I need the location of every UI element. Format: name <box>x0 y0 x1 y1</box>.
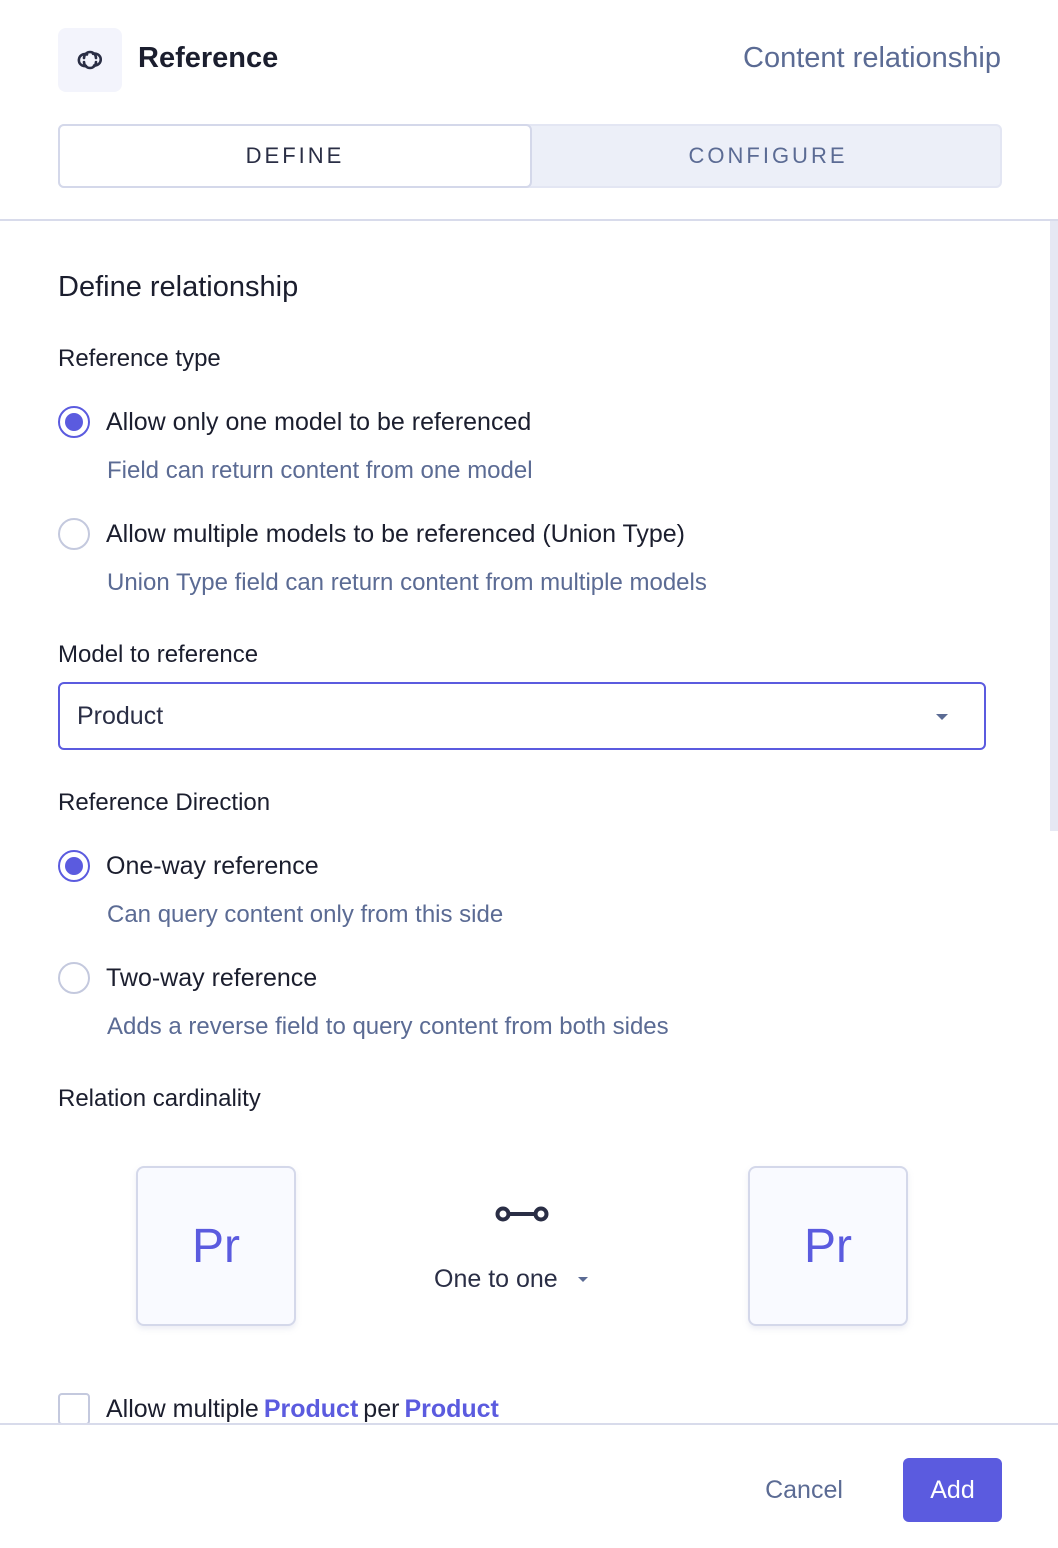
checkbox-label-model-a: Product <box>263 1394 359 1423</box>
radio-label: Allow only one model to be referenced <box>106 407 532 436</box>
cancel-button[interactable]: Cancel <box>742 1458 866 1522</box>
radio-description: Union Type field can return content from… <box>107 569 707 596</box>
checkbox-label-model-b: Product <box>404 1394 499 1423</box>
footer-divider <box>0 1423 1058 1425</box>
radio-button-checked[interactable] <box>58 406 90 438</box>
allow-multiple-checkbox-row[interactable]: Allow multiple Product per Product <box>58 1393 499 1423</box>
radio-multiple-models[interactable]: Allow multiple models to be referenced (… <box>58 518 685 550</box>
link-icon <box>58 28 122 92</box>
radio-one-way[interactable]: One-way reference <box>58 850 319 882</box>
cardinality-value: One to one <box>434 1265 558 1293</box>
one-to-one-icon <box>495 1204 549 1229</box>
radio-label: Allow multiple models to be referenced (… <box>106 519 685 548</box>
radio-single-model[interactable]: Allow only one model to be referenced <box>58 406 531 438</box>
dialog-subtitle: Content relationship <box>743 42 1001 74</box>
allow-multiple-checkbox[interactable] <box>58 1393 90 1423</box>
scrollbar[interactable] <box>1050 221 1058 831</box>
radio-label: Two-way reference <box>106 963 318 992</box>
dialog-header: Reference Content relationship DEFINE CO… <box>0 0 1058 221</box>
add-button[interactable]: Add <box>903 1458 1002 1522</box>
radio-label: One-way reference <box>106 851 319 880</box>
model-to-reference-label: Model to reference <box>58 641 259 668</box>
dialog-body: Define relationship Reference type Allow… <box>0 221 1050 1423</box>
radio-button[interactable] <box>58 518 90 550</box>
reference-direction-label: Reference Direction <box>58 789 271 816</box>
reference-type-label: Reference type <box>58 345 221 372</box>
section-title: Define relationship <box>58 271 299 303</box>
model-select[interactable]: Product <box>58 682 986 750</box>
relation-cardinality-label: Relation cardinality <box>58 1085 261 1112</box>
source-model-box: Pr <box>136 1166 296 1326</box>
checkbox-label-prefix: Allow multiple <box>106 1394 259 1423</box>
tab-define[interactable]: DEFINE <box>58 124 532 188</box>
caret-down-icon <box>577 1277 588 1282</box>
radio-description: Can query content only from this side <box>107 901 504 928</box>
dialog-title: Reference <box>138 42 279 74</box>
cardinality-select[interactable]: One to one <box>434 1265 588 1294</box>
model-abbreviation: Pr <box>192 1219 240 1273</box>
tab-bar: DEFINE CONFIGURE <box>58 124 1002 188</box>
caret-down-icon <box>936 714 948 720</box>
radio-description: Field can return content from one model <box>107 457 533 484</box>
model-select-value: Product <box>77 701 164 730</box>
radio-button[interactable] <box>58 962 90 994</box>
reference-field-dialog: Reference Content relationship DEFINE CO… <box>0 0 1058 1548</box>
target-model-box: Pr <box>748 1166 908 1326</box>
radio-button-checked[interactable] <box>58 850 90 882</box>
checkbox-label-middle: per <box>363 1394 400 1423</box>
radio-description: Adds a reverse field to query content fr… <box>107 1013 669 1040</box>
tab-configure[interactable]: CONFIGURE <box>532 124 1004 188</box>
radio-two-way[interactable]: Two-way reference <box>58 962 317 994</box>
model-abbreviation: Pr <box>804 1219 852 1273</box>
